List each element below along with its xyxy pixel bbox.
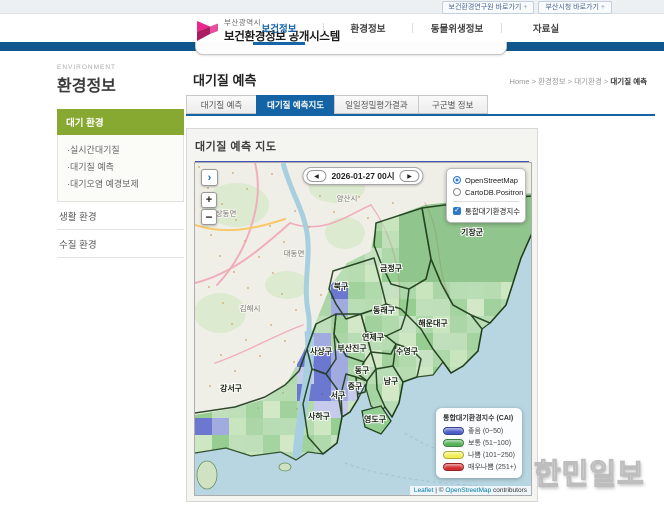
panel-title: 대기질 예측 지도 — [195, 141, 277, 153]
district-label: 중구 — [348, 382, 363, 391]
tab-bar: 대기질 예측 대기질 예측지도 일일정밀평가결과 구군별 정보 — [186, 95, 655, 116]
legend-item-very-bad: 매우나쁨 (251+) — [443, 462, 516, 472]
overlay-option-cai[interactable]: ✓ 통합대기환경지수 — [453, 205, 520, 217]
legend-swatch-moderate — [443, 439, 464, 447]
district-label: 부산진구 — [337, 343, 367, 353]
sidebar-item-realtime-air[interactable]: ·실시간대기질 — [67, 142, 174, 159]
district-label: 연제구 — [362, 332, 385, 342]
district-label: 남구 — [384, 376, 399, 386]
sidebar-section-living[interactable]: 생활 환경 — [57, 202, 184, 230]
zoom-in-button[interactable]: + — [201, 192, 217, 208]
busan-logo-icon — [197, 20, 218, 41]
sidebar-section-water[interactable]: 수질 환경 — [57, 230, 184, 258]
busan-health-env-portal: 보건환경연구원 바로가기 + 부산시청 바로가기 + 부산광역시 보건환경정보 공개… — [0, 0, 664, 509]
city-label: 양산시 — [337, 193, 358, 203]
district-label: 동구 — [355, 366, 370, 375]
city-label: 상동면 — [216, 208, 237, 218]
quick-link-city-hall[interactable]: 부산시청 바로가기 + — [538, 1, 612, 14]
nav-active-indicator — [253, 42, 305, 45]
plus-icon: + — [600, 4, 605, 11]
tab-forecast-map[interactable]: 대기질 예측지도 — [256, 95, 335, 114]
district-label: 수영구 — [396, 346, 419, 356]
checkbox-checked-icon: ✓ — [453, 207, 461, 215]
legend-item-bad: 나쁨 (101~250) — [443, 450, 515, 460]
city-label: 김해시 — [240, 303, 261, 313]
nav-animal-hygiene-info[interactable]: 동물위생정보 — [413, 21, 501, 35]
radio-icon — [453, 188, 461, 196]
plus-icon: + — [523, 4, 528, 11]
district-label: 해운대구 — [418, 318, 448, 328]
map-expand-button[interactable]: › — [201, 169, 218, 186]
radio-icon — [453, 176, 461, 184]
district-label: 사상구 — [310, 346, 333, 356]
site-header: 부산광역시 보건환경정보 공개시스템 보건정보 환경정보 동물위생정보 자료실 — [0, 14, 664, 43]
legend-item-moderate: 보통 (51~100) — [443, 438, 515, 448]
forecast-datetime: 2026-01-27 00시 — [331, 171, 395, 181]
sidebar-eyebrow: ENVIRONMENT — [57, 64, 117, 71]
nav-library[interactable]: 자료실 — [502, 21, 590, 35]
map-attribution: Leaflet | © OpenStreetMap contributors — [409, 486, 531, 495]
breadcrumb: Home > 환경정보 > 대기환경 > 대기질 예측 — [509, 77, 647, 86]
prev-hour-button[interactable]: ◀ — [306, 170, 327, 182]
sidebar-item-air-forecast[interactable]: ·대기질 예측 — [67, 159, 174, 176]
top-utility-bar: 보건환경연구원 바로가기 + 부산시청 바로가기 + — [0, 0, 664, 14]
legend-swatch-very-bad — [443, 463, 464, 471]
district-label: 동래구 — [373, 305, 396, 315]
forecast-map-panel: 대기질 예측 지도 양산시 김해시 상동면 대동면 기장군 금정구 북구 동래구… — [186, 128, 538, 502]
district-label: 금정구 — [380, 263, 403, 273]
quick-links: 보건환경연구원 바로가기 + 부산시청 바로가기 + — [441, 1, 612, 14]
district-label: 기장군 — [461, 227, 484, 237]
leaflet-link[interactable]: Leaflet — [414, 487, 434, 494]
legend-title: 통합대기환경지수 (CAI) — [443, 415, 514, 422]
page-title: 대기질 예측 — [193, 73, 257, 88]
district-label: 서구 — [331, 390, 346, 400]
legend-swatch-good — [443, 427, 464, 435]
district-label: 사하구 — [308, 411, 331, 421]
tab-air-forecast[interactable]: 대기질 예측 — [186, 95, 256, 114]
leaflet-map[interactable]: 양산시김해시 상동면대동면 기장군금정구북구동래구해운대구연제구수영구 부산진구 사상… — [194, 162, 532, 496]
content-header: 대기질 예측 Home > 환경정보 > 대기환경 > 대기질 예측 — [193, 70, 653, 90]
cai-legend: 통합대기환경지수 (CAI) 좋음 (0~50) 보통 (51~100) 나쁨 … — [436, 408, 522, 478]
layer-option-openstreetmap[interactable]: OpenStreetMap — [453, 174, 519, 186]
district-label: 영도구 — [364, 414, 387, 424]
sidebar-title: 환경정보 — [57, 78, 116, 95]
sidebar-section-air[interactable]: 대기 환경 — [57, 109, 184, 135]
nav-dropdown-panel — [195, 42, 507, 55]
zoom-out-button[interactable]: − — [201, 209, 217, 225]
district-label: 북구 — [334, 281, 349, 291]
tab-underline — [186, 114, 655, 116]
sidebar-item-air-alert[interactable]: ·대기오염 예경보제 — [67, 176, 174, 193]
nav-environment-info[interactable]: 환경정보 — [324, 21, 412, 35]
forecast-time-control: ◀ 2026-01-27 00시 ▶ — [302, 167, 424, 185]
nav-health-info[interactable]: 보건정보 — [235, 21, 323, 35]
layer-option-cartodb[interactable]: CartoDB.Positron — [453, 186, 523, 198]
quick-link-research-institute[interactable]: 보건환경연구원 바로가기 + — [441, 1, 535, 14]
sidebar: ENVIRONMENT 환경정보 대기 환경 ·실시간대기질 ·대기질 예측 ·… — [57, 64, 184, 258]
tab-daily-evaluation[interactable]: 일일정밀평가결과 — [334, 95, 418, 114]
next-hour-button[interactable]: ▶ — [399, 170, 420, 182]
legend-item-good: 좋음 (0~50) — [443, 426, 515, 436]
osm-link[interactable]: OpenStreetMap — [445, 487, 491, 494]
tab-district-info[interactable]: 구군별 정보 — [417, 95, 488, 114]
global-nav: 보건정보 환경정보 동물위생정보 자료실 — [235, 14, 664, 42]
sidebar-air-submenu: ·실시간대기질 ·대기질 예측 ·대기오염 예경보제 — [57, 135, 184, 202]
layer-control: OpenStreetMap CartoDB.Positron ✓ 통합대기환경지… — [446, 168, 526, 223]
layer-divider — [453, 201, 519, 202]
legend-swatch-bad — [443, 451, 464, 459]
city-label: 대동면 — [284, 248, 305, 258]
district-label: 강서구 — [220, 383, 243, 393]
newspaper-watermark: 한민일보 — [533, 458, 645, 491]
